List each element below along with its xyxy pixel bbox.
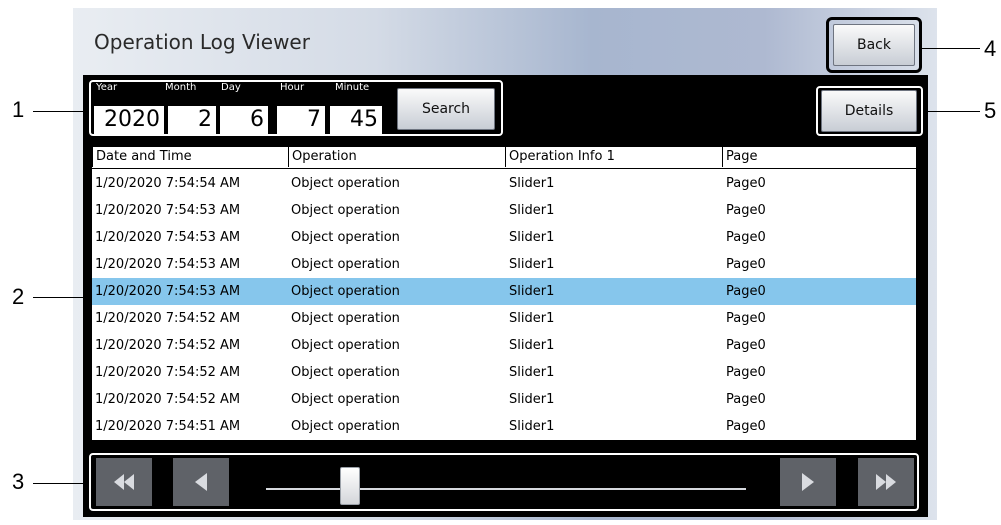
table-row-selected[interactable]: 1/20/2020 7:54:53 AM Object operation Sl… bbox=[92, 278, 916, 305]
column-header-operation[interactable]: Operation bbox=[288, 147, 505, 167]
cell-page: Page0 bbox=[726, 257, 766, 272]
cell-date: 1/20/2020 7:54:52 AM bbox=[95, 392, 241, 407]
cell-date: 1/20/2020 7:54:51 AM bbox=[95, 419, 241, 434]
cell-operation: Object operation bbox=[291, 419, 400, 434]
cell-info: Slider1 bbox=[509, 392, 555, 407]
cell-info: Slider1 bbox=[509, 230, 555, 245]
minute-field[interactable]: 45 bbox=[330, 106, 382, 134]
column-header-info[interactable]: Operation Info 1 bbox=[505, 147, 722, 167]
header-divider bbox=[92, 168, 916, 169]
cell-date: 1/20/2020 7:54:52 AM bbox=[95, 338, 241, 353]
cell-page: Page0 bbox=[726, 284, 766, 299]
annotation-number: 4 bbox=[984, 36, 997, 61]
scroll-track[interactable] bbox=[266, 488, 746, 490]
cell-date: 1/20/2020 7:54:53 AM bbox=[95, 284, 241, 299]
previous-page-button[interactable] bbox=[173, 458, 229, 506]
table-row[interactable]: 1/20/2020 7:54:53 AM Object operation Sl… bbox=[92, 197, 916, 224]
cell-info: Slider1 bbox=[509, 176, 555, 191]
month-field[interactable]: 2 bbox=[168, 106, 216, 134]
table-row[interactable]: 1/20/2020 7:54:52 AM Object operation Sl… bbox=[92, 386, 916, 413]
year-field[interactable]: 2020 bbox=[94, 106, 164, 134]
annotation-leader bbox=[33, 297, 85, 298]
annotation-leader bbox=[33, 483, 85, 484]
cell-page: Page0 bbox=[726, 392, 766, 407]
log-table: Date and Time Operation Operation Info 1… bbox=[92, 147, 916, 440]
back-button[interactable]: Back bbox=[833, 24, 915, 66]
table-row[interactable]: 1/20/2020 7:54:53 AM Object operation Sl… bbox=[92, 251, 916, 278]
double-right-arrow-icon bbox=[876, 474, 896, 490]
annotation-leader bbox=[33, 111, 85, 112]
cell-operation: Object operation bbox=[291, 392, 400, 407]
cell-date: 1/20/2020 7:54:52 AM bbox=[95, 311, 241, 326]
cell-operation: Object operation bbox=[291, 257, 400, 272]
right-arrow-icon bbox=[802, 473, 814, 491]
cell-page: Page0 bbox=[726, 365, 766, 380]
cell-operation: Object operation bbox=[291, 338, 400, 353]
cell-operation: Object operation bbox=[291, 203, 400, 218]
annotation-number: 2 bbox=[12, 284, 25, 309]
annotation-leader bbox=[922, 48, 980, 49]
next-page-button[interactable] bbox=[780, 458, 836, 506]
cell-page: Page0 bbox=[726, 311, 766, 326]
hour-label: Hour bbox=[280, 82, 305, 93]
day-label: Day bbox=[221, 82, 241, 93]
cell-page: Page0 bbox=[726, 338, 766, 353]
column-header-page[interactable]: Page bbox=[722, 147, 916, 167]
cell-operation: Object operation bbox=[291, 284, 400, 299]
cell-info: Slider1 bbox=[509, 419, 555, 434]
column-header-date[interactable]: Date and Time bbox=[92, 147, 288, 167]
cell-date: 1/20/2020 7:54:54 AM bbox=[95, 176, 241, 191]
cell-date: 1/20/2020 7:54:52 AM bbox=[95, 365, 241, 380]
month-label: Month bbox=[165, 82, 197, 93]
cell-page: Page0 bbox=[726, 419, 766, 434]
window-title: Operation Log Viewer bbox=[94, 30, 310, 54]
cell-info: Slider1 bbox=[509, 311, 555, 326]
year-label: Year bbox=[96, 82, 118, 93]
cell-info: Slider1 bbox=[509, 338, 555, 353]
hour-field[interactable]: 7 bbox=[277, 106, 325, 134]
cell-info: Slider1 bbox=[509, 203, 555, 218]
cell-operation: Object operation bbox=[291, 311, 400, 326]
details-button[interactable]: Details bbox=[821, 90, 917, 132]
table-row[interactable]: 1/20/2020 7:54:53 AM Object operation Sl… bbox=[92, 224, 916, 251]
table-row[interactable]: 1/20/2020 7:54:51 AM Object operation Sl… bbox=[92, 413, 916, 440]
cell-page: Page0 bbox=[726, 176, 766, 191]
double-left-arrow-icon bbox=[114, 474, 134, 490]
day-field[interactable]: 6 bbox=[220, 106, 268, 134]
cell-info: Slider1 bbox=[509, 257, 555, 272]
minute-label: Minute bbox=[335, 82, 370, 93]
cell-date: 1/20/2020 7:54:53 AM bbox=[95, 203, 241, 218]
search-button[interactable]: Search bbox=[397, 88, 495, 130]
cell-page: Page0 bbox=[726, 230, 766, 245]
cell-date: 1/20/2020 7:54:53 AM bbox=[95, 257, 241, 272]
last-page-button[interactable] bbox=[858, 458, 914, 506]
annotation-leader bbox=[927, 111, 980, 112]
cell-info: Slider1 bbox=[509, 284, 555, 299]
table-row[interactable]: 1/20/2020 7:54:52 AM Object operation Sl… bbox=[92, 359, 916, 386]
cell-page: Page0 bbox=[726, 203, 766, 218]
annotation-number: 5 bbox=[984, 98, 997, 123]
table-row[interactable]: 1/20/2020 7:54:52 AM Object operation Sl… bbox=[92, 305, 916, 332]
table-row[interactable]: 1/20/2020 7:54:52 AM Object operation Sl… bbox=[92, 332, 916, 359]
left-arrow-icon bbox=[195, 473, 207, 491]
cell-date: 1/20/2020 7:54:53 AM bbox=[95, 230, 241, 245]
cell-operation: Object operation bbox=[291, 365, 400, 380]
scroll-thumb[interactable] bbox=[339, 467, 360, 505]
cell-operation: Object operation bbox=[291, 230, 400, 245]
table-row[interactable]: 1/20/2020 7:54:54 AM Object operation Sl… bbox=[92, 170, 916, 197]
cell-info: Slider1 bbox=[509, 365, 555, 380]
annotation-number: 3 bbox=[12, 469, 25, 494]
first-page-button[interactable] bbox=[96, 458, 152, 506]
cell-operation: Object operation bbox=[291, 176, 400, 191]
annotation-number: 1 bbox=[12, 97, 25, 122]
